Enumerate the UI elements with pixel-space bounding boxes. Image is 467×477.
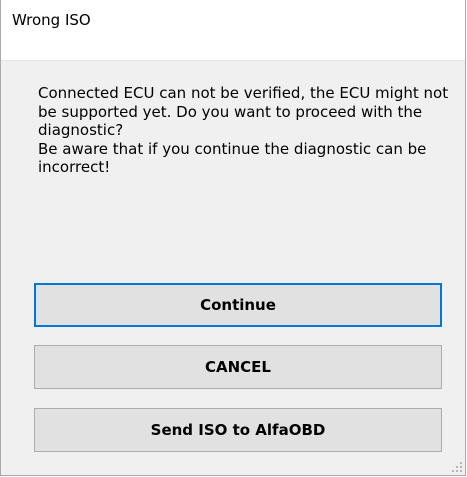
continue-button[interactable]: Continue	[34, 283, 442, 327]
dialog-window: Wrong ISO Connected ECU can not be verif…	[0, 0, 466, 476]
window-title: Wrong ISO	[12, 11, 91, 29]
continue-button-label: Continue	[200, 296, 276, 314]
cancel-button[interactable]: CANCEL	[34, 345, 442, 389]
send-iso-button-label: Send ISO to AlfaOBD	[150, 421, 326, 439]
send-iso-button[interactable]: Send ISO to AlfaOBD	[34, 408, 442, 452]
resize-grip-icon[interactable]	[450, 460, 462, 472]
cancel-button-label: CANCEL	[205, 358, 271, 376]
title-bar[interactable]: Wrong ISO	[1, 0, 465, 61]
dialog-message: Connected ECU can not be verified, the E…	[38, 84, 449, 176]
